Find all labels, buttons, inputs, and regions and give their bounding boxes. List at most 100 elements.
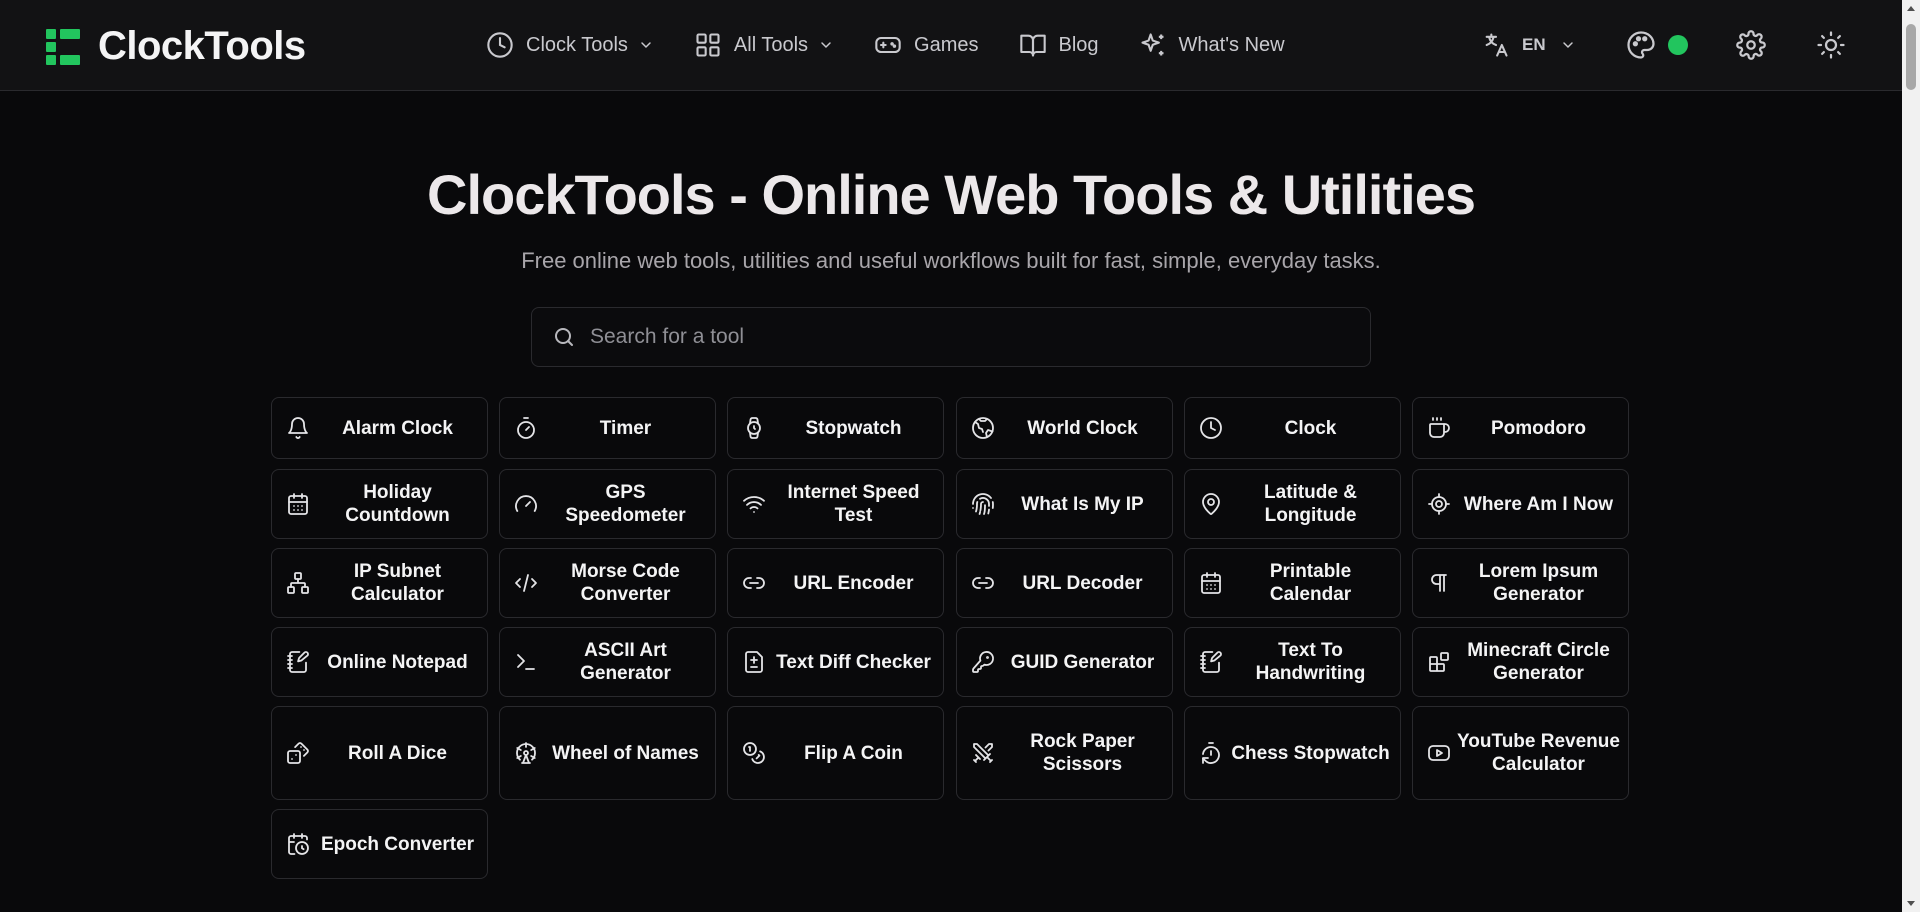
tool-card[interactable]: Rock Paper Scissors [956,706,1173,800]
grid-icon [696,33,720,57]
tool-card[interactable]: Where Am I Now [1412,469,1629,539]
notepad-pen-icon [1199,650,1223,674]
tool-card[interactable]: Wheel of Names [499,706,716,800]
nav-whats-new[interactable]: What's New [1139,28,1285,62]
tool-card-label: Roll A Dice [348,742,447,764]
nav-clock-tools[interactable]: Clock Tools [486,28,654,62]
tool-card-label: GPS Speedometer [565,482,686,526]
nav-games[interactable]: Games [874,28,979,62]
main-nav: Clock Tools All Tools Games Blog What's … [486,28,1325,62]
scrollbar-thumb[interactable] [1906,24,1916,90]
tool-card-label: Epoch Converter [320,833,475,855]
tool-card-label: Printable Calendar [1269,561,1352,605]
tool-card[interactable]: Text To Handwriting [1184,627,1401,697]
gamepad-icon [875,36,901,54]
language-selector[interactable]: EN [1482,31,1576,59]
tool-card-label: IP Subnet Calculator [351,561,444,605]
tool-card-label: Pomodoro [1491,417,1586,439]
tool-card[interactable]: Pomodoro [1412,397,1629,459]
scroll-down-arrow[interactable] [1907,901,1915,906]
tool-card-label: URL Decoder [1022,572,1143,594]
tool-card-label: YouTube Revenue Calculator [1457,731,1620,775]
tool-card[interactable]: Timer [499,397,716,459]
file-diff-icon [742,650,766,674]
tool-card[interactable]: Clock [1184,397,1401,459]
network-icon [286,571,310,595]
tool-card-label: Text To Handwriting [1255,640,1366,684]
logo-icon [46,28,80,65]
tool-card[interactable]: Stopwatch [727,397,944,459]
timer-icon [514,416,538,440]
tool-card-label: Alarm Clock [342,417,453,439]
logo-link[interactable]: ClockTools [44,24,306,69]
chevron-down-icon [1562,42,1573,49]
tool-card-label: URL Encoder [793,572,914,594]
tool-card-label: World Clock [1027,417,1138,439]
tool-card[interactable]: Minecraft Circle Generator [1412,627,1629,697]
tool-card-label: Internet Speed Test [787,482,920,526]
clock-icon [487,32,513,58]
tool-search-box[interactable] [531,307,1371,367]
tool-card-label: Minecraft Circle Generator [1467,640,1610,684]
language-code: EN [1522,35,1546,54]
link-icon [971,571,995,595]
map-pin-icon [1199,492,1223,516]
calendar-clock-icon [286,832,310,856]
tool-card[interactable]: IP Subnet Calculator [271,548,488,618]
tool-card[interactable]: Epoch Converter [271,809,488,879]
page-scrollbar[interactable] [1902,0,1920,912]
nav-blog[interactable]: Blog [1019,28,1099,62]
tool-card[interactable]: What Is My IP [956,469,1173,539]
tool-card[interactable]: Chess Stopwatch [1184,706,1401,800]
pilcrow-icon [1427,571,1451,595]
tool-card-label: Online Notepad [327,651,468,673]
search-icon [555,328,573,346]
tool-card[interactable]: Latitude & Longitude [1184,469,1401,539]
watch-icon [742,416,766,440]
nav-all-tools[interactable]: All Tools [694,28,834,62]
link-icon [742,571,766,595]
sparkles-icon [1140,33,1164,56]
chevron-down-icon [641,42,651,49]
tool-card[interactable]: Alarm Clock [271,397,488,459]
tool-card[interactable]: GPS Speedometer [499,469,716,539]
tool-card[interactable]: URL Decoder [956,548,1173,618]
tool-card[interactable]: GUID Generator [956,627,1173,697]
tool-card-label: Where Am I Now [1463,493,1614,515]
dice-icon [286,741,310,765]
translate-icon [1485,33,1508,57]
nav-label: Clock Tools [526,33,628,56]
theme-toggle-button[interactable] [1816,30,1846,65]
settings-button[interactable] [1736,30,1766,65]
tool-card[interactable]: Text Diff Checker [727,627,944,697]
calendar-icon [286,492,310,516]
tool-card[interactable]: Flip A Coin [727,706,944,800]
tool-card[interactable]: Roll A Dice [271,706,488,800]
tool-card[interactable]: Printable Calendar [1184,548,1401,618]
coffee-icon [1427,416,1451,440]
tool-card-label: Stopwatch [805,417,902,439]
search-input[interactable] [590,325,1330,349]
clock-icon [1199,416,1223,440]
tool-card[interactable]: URL Encoder [727,548,944,618]
tool-card[interactable]: Morse Code Converter [499,548,716,618]
tool-card-label: Chess Stopwatch [1231,742,1390,764]
tool-card-label: GUID Generator [1010,651,1155,673]
color-theme-picker[interactable] [1626,30,1688,60]
tool-card-label: Morse Code Converter [571,561,680,605]
tool-card-label: What Is My IP [1021,493,1144,515]
tool-card[interactable]: Holiday Countdown [271,469,488,539]
nav-label: What's New [1178,33,1285,56]
tool-card[interactable]: Internet Speed Test [727,469,944,539]
tool-card-label: Holiday Countdown [345,482,450,526]
blocks-icon [1427,650,1451,674]
tool-card[interactable]: ASCII Art Generator [499,627,716,697]
tool-card[interactable]: YouTube Revenue Calculator [1412,706,1629,800]
sun-icon [1817,31,1845,59]
swords-icon [971,741,995,765]
tool-card[interactable]: Lorem Ipsum Generator [1412,548,1629,618]
scroll-up-arrow[interactable] [1907,6,1915,11]
tool-card[interactable]: Online Notepad [271,627,488,697]
tool-card-label: Rock Paper Scissors [1030,731,1135,775]
tool-card[interactable]: World Clock [956,397,1173,459]
